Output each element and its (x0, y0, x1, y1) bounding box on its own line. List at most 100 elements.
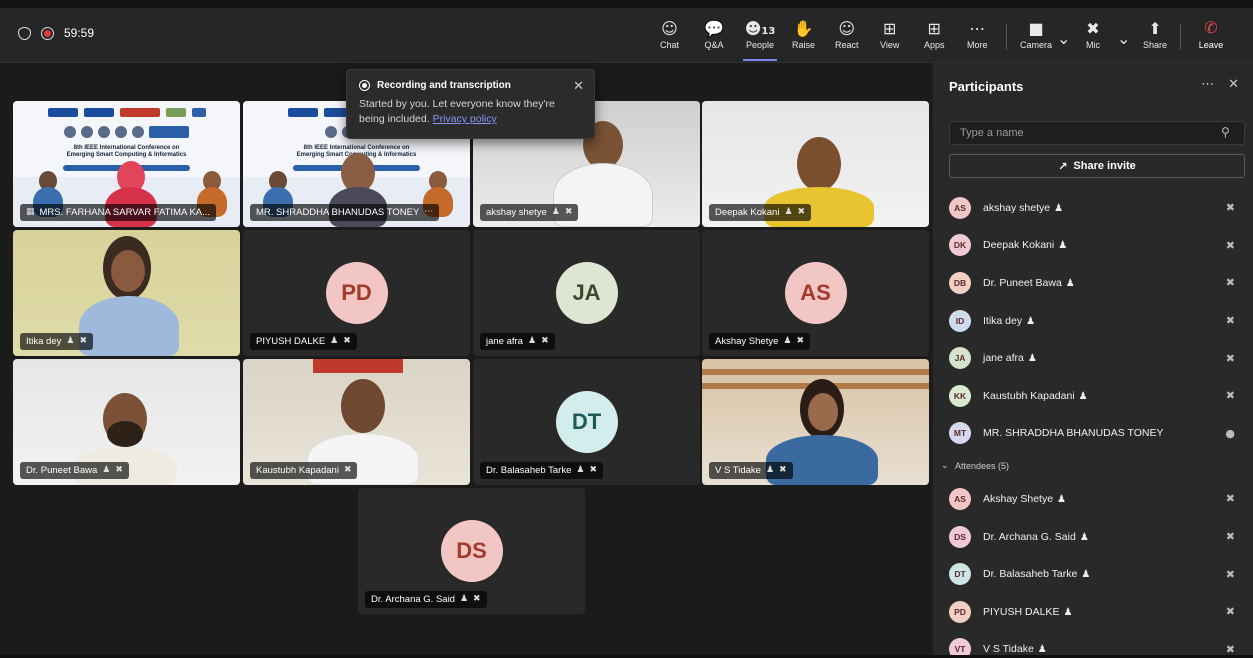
participant-row[interactable]: AS Akshay Shetye ♟ ✖ (949, 480, 1245, 518)
mic-button[interactable]: ✖ Mic (1086, 18, 1100, 58)
participant-row[interactable]: DS Dr. Archana G. Said ♟ ✖ (949, 518, 1245, 556)
qa-button[interactable]: 💬 Q&A (704, 18, 724, 58)
tile-avatar: PD (325, 262, 388, 324)
notification-title: Recording and transcription (377, 80, 511, 91)
participant-row[interactable]: DT Dr. Balasaheb Tarke ♟ ✖ (949, 555, 1245, 593)
chat-button[interactable]: ☺ Chat (660, 18, 679, 58)
mic-muted-icon: ✖ (541, 336, 549, 346)
smiley-icon: ☺ (838, 19, 856, 38)
video-stage: 8th IEEE International Conference on Emer… (0, 63, 931, 658)
phone-hangup-icon: ✆ (1204, 20, 1218, 37)
video-tile[interactable]: DT Dr. Balasaheb Tarke ♟ ✖ (473, 359, 700, 485)
more-options-icon[interactable]: ⋯ (1201, 77, 1214, 92)
organizer-icon: ♟ (1057, 493, 1067, 505)
camera-button[interactable]: ■ Camera (1020, 18, 1052, 58)
video-tile[interactable]: DS Dr. Archana G. Said ♟ ✖ (358, 488, 585, 614)
participant-row[interactable]: PD PIYUSH DALKE ♟ ✖ (949, 593, 1245, 631)
share-button[interactable]: ⬆ Share (1143, 18, 1167, 58)
participant-row[interactable]: JA jane afra ♟ ✖ (949, 339, 1245, 377)
participant-name: akshay shetye ♟ (983, 202, 1063, 214)
video-tile[interactable]: AS Akshay Shetye ♟ ✖ (702, 230, 929, 356)
share-icon: ⬆ (1148, 19, 1162, 38)
organizer-icon: ♟ (527, 336, 537, 346)
organizer-icon: ♟ (1065, 277, 1075, 289)
participant-row[interactable]: KK Kaustubh Kapadani ♟ ✖ (949, 377, 1245, 415)
participant-avatar: AS (949, 487, 971, 510)
qa-label: Q&A (704, 40, 724, 50)
close-icon[interactable]: ✕ (573, 79, 584, 94)
tile-name: Kaustubh Kapadani (256, 465, 339, 476)
tile-nametag: Dr. Balasaheb Tarke ♟ ✖ (480, 462, 603, 479)
privacy-policy-link[interactable]: Privacy policy (433, 113, 497, 125)
participant-name-text: Dr. Balasaheb Tarke (983, 568, 1078, 581)
mic-options-chevron-icon[interactable]: ⌄ (1117, 28, 1130, 68)
close-icon[interactable]: ✕ (1228, 77, 1239, 92)
participant-row[interactable]: DK Deepak Kokani ♟ ✖ (949, 227, 1245, 265)
mic-muted-icon: ✖ (589, 465, 597, 475)
video-tile[interactable]: Dr. Puneet Bawa ♟ ✖ (13, 359, 240, 485)
slide-title: 8th IEEE International Conference on Emer… (66, 145, 187, 158)
participant-name: Itika dey ♟ (983, 315, 1035, 327)
plus-icon: ⊞ (927, 19, 941, 38)
video-tile[interactable]: JA jane afra ♟ ✖ (473, 230, 700, 356)
organizer-icon: ♟ (330, 336, 339, 346)
organizer-icon: ♟ (459, 594, 469, 604)
participant-name: V S Tidake ♟ (983, 643, 1047, 655)
mic-muted-icon: ✖ (115, 465, 123, 475)
people-label: People (745, 40, 775, 50)
raise-label: Raise (792, 40, 816, 50)
camera-options-chevron-icon[interactable]: ⌄ (1057, 28, 1070, 68)
video-tile[interactable]: Deepak Kokani ♟ ✖ (702, 101, 929, 227)
attendees-section-header[interactable]: ⌄ Attendees (5) (941, 452, 1245, 480)
more-label: More (967, 40, 988, 50)
participant-row[interactable]: DB Dr. Puneet Bawa ♟ ✖ (949, 264, 1245, 302)
participant-name: Kaustubh Kapadani ♟ (983, 390, 1088, 402)
organizer-icon: ♟ (1027, 353, 1037, 365)
leave-label: Leave (1198, 40, 1224, 50)
video-tile[interactable]: Kaustubh Kapadani ✖ (243, 359, 470, 485)
participant-row[interactable]: ID Itika dey ♟ ✖ (949, 302, 1245, 340)
people-button[interactable]: ☻13 People (743, 18, 777, 61)
video-tile[interactable]: PD PIYUSH DALKE ♟ ✖ (243, 230, 470, 356)
organizer-icon: ♟ (1058, 240, 1068, 252)
participant-row[interactable]: MT MR. SHRADDHA BHANUDAS TONEY ● (949, 415, 1245, 453)
participant-avatar: MT (949, 422, 971, 445)
leave-button[interactable]: ✆ Leave (1188, 18, 1234, 58)
participant-row[interactable]: VT V S Tidake ♟ ✖ (949, 631, 1245, 658)
window-top-strip (0, 0, 1253, 8)
participant-name: Akshay Shetye ♟ (983, 493, 1066, 505)
tile-name: V S Tidake (715, 465, 761, 476)
recording-icon (359, 80, 370, 91)
panel-title: Participants (949, 79, 1024, 94)
more-options-icon[interactable]: ⋯ (424, 204, 433, 221)
raise-button[interactable]: ✋ Raise (792, 18, 815, 58)
tile-name: Dr. Puneet Bawa (26, 465, 98, 476)
participants-panel: Participants ⋯ ✕ Type a name ⚲ ↗ Share i… (932, 63, 1253, 658)
participant-avatar: KK (949, 384, 971, 407)
tile-nametag: jane afra ♟ ✖ (480, 333, 555, 350)
share-label: Share (1143, 40, 1168, 50)
video-tile[interactable]: 8th IEEE International Conference on Emer… (13, 101, 240, 227)
share-invite-button[interactable]: ↗ Share invite (949, 154, 1245, 178)
view-button[interactable]: ⊞ View (880, 18, 899, 58)
mic-on-icon: ● (1225, 426, 1235, 440)
react-button[interactable]: ☺ React (835, 18, 859, 58)
apps-button[interactable]: ⊞ Apps (924, 18, 945, 58)
organizer-icon: ♟ (102, 465, 111, 475)
mic-muted-icon: ✖ (1225, 389, 1235, 403)
participant-row[interactable]: AS akshay shetye ♟ ✖ (949, 189, 1245, 227)
mic-muted-icon: ✖ (473, 594, 481, 604)
tile-name: akshay shetye (486, 207, 547, 218)
participant-search-input[interactable]: Type a name (949, 121, 1245, 145)
more-button[interactable]: ⋯ More (967, 18, 988, 58)
organizer-icon: ♟ (784, 207, 793, 217)
tile-avatar: JA (555, 262, 618, 324)
tile-nametag: akshay shetye ♟ ✖ (480, 204, 579, 221)
participant-name-text: MR. SHRADDHA BHANUDAS TONEY (983, 427, 1164, 440)
share-icon: ↗ (1058, 159, 1068, 173)
camera-label: Camera (1020, 40, 1053, 50)
video-tile[interactable]: V S Tidake ♟ ✖ (702, 359, 929, 485)
tile-nametag: Kaustubh Kapadani ✖ (250, 462, 358, 479)
teams-meeting-window: 59:59 ☺ Chat 💬 Q&A ☻13 People ✋ Raise ☺ … (0, 0, 1253, 658)
video-tile[interactable]: Itika dey ♟ ✖ (13, 230, 240, 356)
